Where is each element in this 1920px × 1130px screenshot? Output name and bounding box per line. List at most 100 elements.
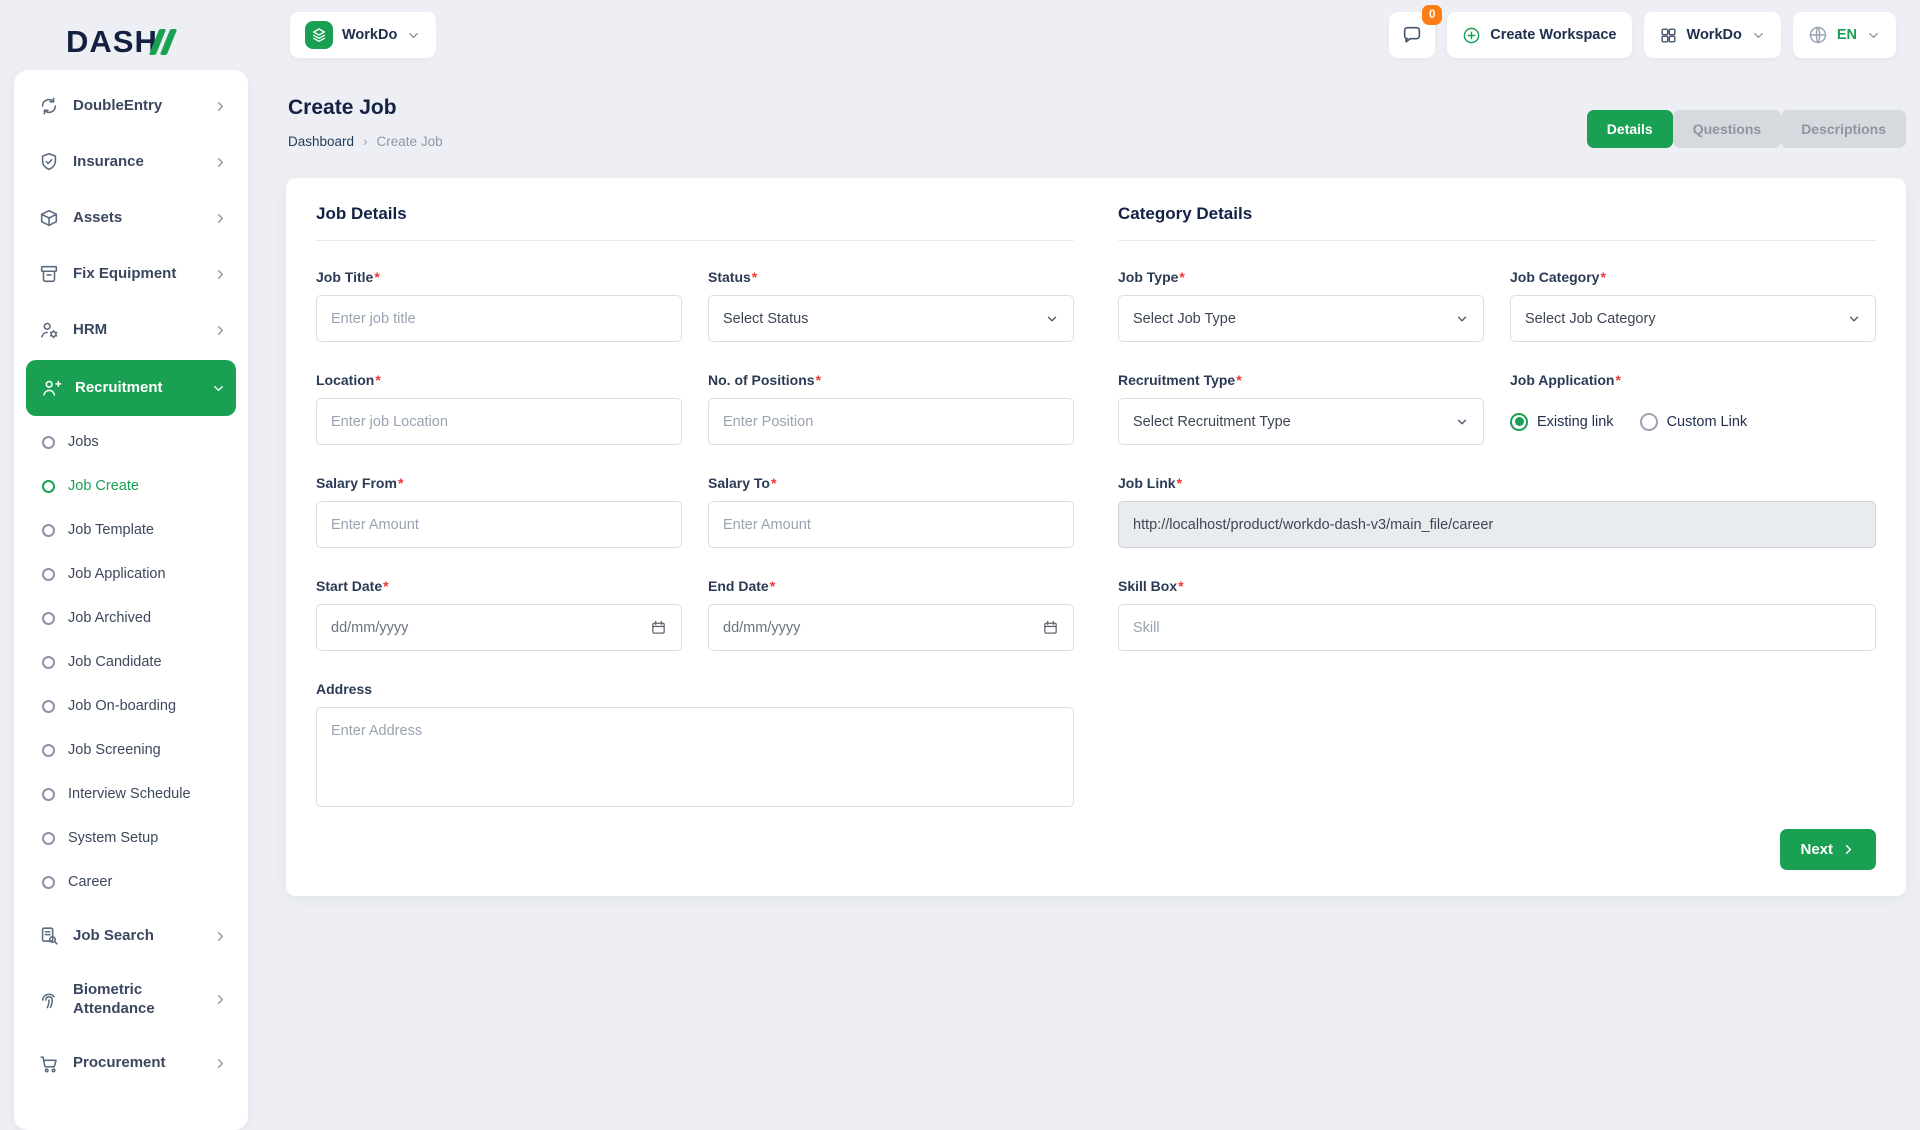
sidebar-item-recruitment[interactable]: Recruitment [26,360,236,416]
location-field-group: Location* [316,372,682,445]
topbar-actions: 0 Create Workspace WorkDo EN [1389,12,1896,58]
skill-label: Skill Box* [1118,578,1876,594]
bullet-circle-icon [42,436,55,449]
job-title-input[interactable] [316,295,682,342]
skill-input[interactable] [1118,604,1876,651]
status-label: Status* [708,269,1074,285]
box-icon [38,207,60,229]
workspace-avatar-icon [305,21,333,49]
positions-field-group: No. of Positions* [708,372,1074,445]
salary-from-input[interactable] [316,501,682,548]
sidebar-subitem-career[interactable]: Career [24,860,238,904]
sidebar-subitem-label: Job Create [68,478,139,494]
next-button[interactable]: Next [1780,829,1876,870]
radio-unchecked-icon [1640,413,1658,431]
sidebar-item-label: Recruitment [75,379,163,398]
start-date-input[interactable]: dd/mm/yyyy [316,604,682,651]
salary-to-input[interactable] [708,501,1074,548]
fingerprint-icon [38,989,60,1011]
required-marker: * [771,475,776,491]
sidebar-item-label: Procurement [73,1054,166,1073]
tab-details[interactable]: Details [1587,110,1673,148]
sidebar-item-label: Fix Equipment [73,265,176,284]
sidebar-item-assets[interactable]: Assets [24,190,238,246]
sidebar-subitem-job-candidate[interactable]: Job Candidate [24,640,238,684]
job-type-label: Job Type* [1118,269,1484,285]
recruitment-type-select[interactable]: Select Recruitment Type [1118,398,1484,445]
user-gear-icon [38,319,60,341]
job-details-section-title: Job Details [316,204,1074,241]
sidebar-item-label: Assets [73,209,122,228]
bullet-circle-icon [42,524,55,537]
positions-input[interactable] [708,398,1074,445]
sidebar-item-job-search[interactable]: Job Search [24,908,238,964]
recruitment-type-label: Recruitment Type* [1118,372,1484,388]
sidebar-subitem-interview-schedule[interactable]: Interview Schedule [24,772,238,816]
archive-icon [38,263,60,285]
custom-link-radio[interactable]: Custom Link [1640,413,1748,431]
sidebar-subitem-system-setup[interactable]: System Setup [24,816,238,860]
workspace-switcher[interactable]: WorkDo [290,12,436,58]
chevron-right-icon [213,155,228,170]
recruitment-submenu: Jobs Job Create Job Template Job Applica… [24,418,238,908]
sidebar-subitem-label: Interview Schedule [68,786,191,802]
breadcrumb-dashboard-link[interactable]: Dashboard [288,134,354,149]
account-menu-button[interactable]: WorkDo [1644,12,1781,58]
calendar-icon[interactable] [1042,619,1059,636]
sidebar-item-hrm[interactable]: HRM [24,302,238,358]
sidebar-subitem-job-screening[interactable]: Job Screening [24,728,238,772]
bullet-circle-icon [42,480,55,493]
required-marker: * [1179,269,1184,285]
sidebar-item-label: Biometric Attendance [73,981,200,1019]
job-title-label: Job Title* [316,269,682,285]
messages-count-badge: 0 [1422,5,1442,25]
sidebar-item-fix-equipment[interactable]: Fix Equipment [24,246,238,302]
chevron-down-icon [1847,312,1861,326]
sidebar-subitem-jobs[interactable]: Jobs [24,420,238,464]
job-link-input[interactable] [1118,501,1876,548]
tab-descriptions[interactable]: Descriptions [1781,110,1906,148]
create-workspace-button[interactable]: Create Workspace [1447,12,1631,58]
required-marker: * [374,269,379,285]
sidebar-subitem-job-onboarding[interactable]: Job On-boarding [24,684,238,728]
required-marker: * [1178,578,1183,594]
job-category-select[interactable]: Select Job Category [1510,295,1876,342]
status-select[interactable]: Select Status [708,295,1074,342]
job-link-field-group: Job Link* [1118,475,1876,548]
sidebar-subitem-job-application[interactable]: Job Application [24,552,238,596]
language-selector[interactable]: EN [1793,12,1896,58]
brand-logo[interactable]: DASH [66,24,172,60]
tab-questions[interactable]: Questions [1673,110,1781,148]
sidebar-item-doubleentry[interactable]: DoubleEntry [24,78,238,134]
salary-from-field-group: Salary From* [316,475,682,548]
create-job-form-card: Job Details Job Title* Status* Select St… [286,178,1906,896]
required-marker: * [383,578,388,594]
chevron-right-icon [213,267,228,282]
breadcrumb-separator: › [363,134,368,149]
sidebar-subitem-job-archived[interactable]: Job Archived [24,596,238,640]
calendar-icon[interactable] [650,619,667,636]
job-type-select[interactable]: Select Job Type [1118,295,1484,342]
chevron-down-icon [211,381,226,396]
location-label: Location* [316,372,682,388]
document-search-icon [38,925,60,947]
account-menu-label: WorkDo [1687,27,1742,43]
sidebar-item-procurement[interactable]: Procurement [24,1036,238,1092]
end-date-label: End Date* [708,578,1074,594]
salary-from-label: Salary From* [316,475,682,491]
messages-button[interactable]: 0 [1389,12,1435,58]
sidebar-item-biometric-attendance[interactable]: Biometric Attendance [24,964,238,1036]
bullet-circle-icon [42,656,55,669]
workspace-switcher-label: WorkDo [342,27,397,43]
sidebar-subitem-job-create[interactable]: Job Create [24,464,238,508]
address-textarea[interactable] [316,707,1074,807]
sidebar-item-insurance[interactable]: Insurance [24,134,238,190]
chevron-right-icon [213,1056,228,1071]
status-field-group: Status* Select Status [708,269,1074,342]
sidebar-subitem-job-template[interactable]: Job Template [24,508,238,552]
grid-icon [1659,26,1678,45]
end-date-input[interactable]: dd/mm/yyyy [708,604,1074,651]
cart-icon [38,1053,60,1075]
existing-link-radio[interactable]: Existing link [1510,413,1614,431]
location-input[interactable] [316,398,682,445]
